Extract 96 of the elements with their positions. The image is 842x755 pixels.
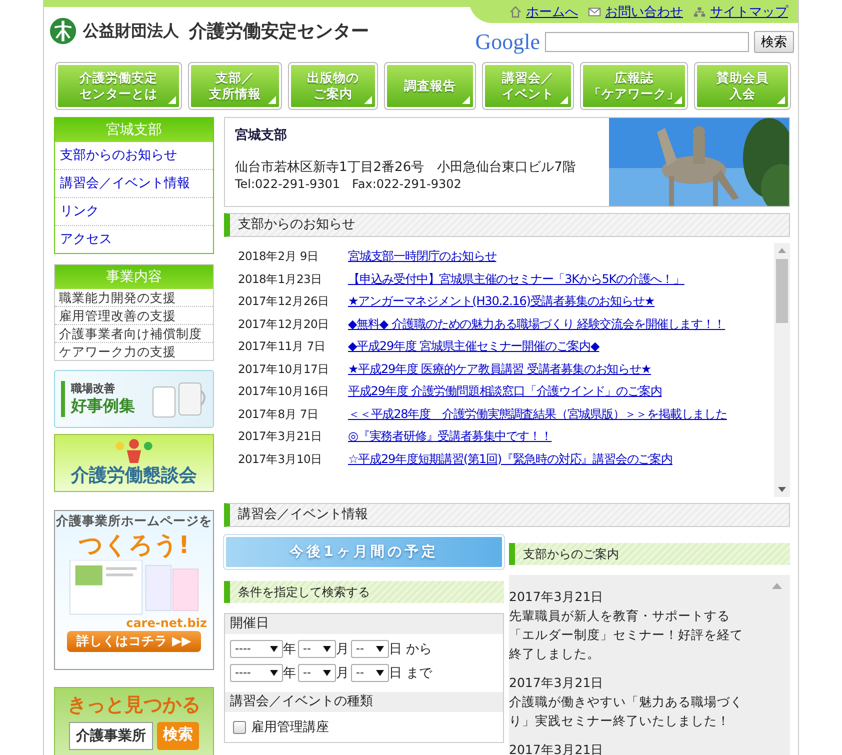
news-link[interactable]: ◎『実務者研修』受講者募集中です！！	[348, 428, 774, 444]
news-link[interactable]: ☆平成29年度短期講習(第1回)『緊急時の対応』講習会のご案内	[348, 450, 774, 466]
news-date: 2018年2月 9日	[238, 248, 320, 264]
banner-title: つくろう!	[78, 530, 190, 560]
unit-label: 年	[283, 641, 296, 658]
corner-triangle-icon	[268, 96, 276, 104]
guide-text: 先輩職員が新人を教育・サポートする「エルダー制度」セミナー！好評を経て終了しました。	[509, 607, 744, 663]
banner[interactable]: 介護事業所ホームページを つくろう! care-net.biz 詳しくはコチラ ▶▶	[54, 510, 214, 670]
org-name: 介護労働安定センター	[189, 20, 369, 43]
org-prefix: 公益財団法人	[83, 20, 179, 42]
caret-icon	[376, 646, 384, 652]
banner[interactable]: 職場改善 好事例集	[54, 370, 214, 428]
banner-lead: 介護事業所ホームページを	[56, 513, 212, 530]
corner-triangle-icon	[777, 96, 785, 104]
sidebar-link[interactable]: 介護事業者向け補償制度	[55, 324, 213, 342]
sidebar-link[interactable]: ケアワーク力の支援	[55, 342, 213, 360]
section-header: 講習会／イベント情報	[224, 503, 790, 527]
corner-triangle-icon	[462, 96, 470, 104]
sidebar-link[interactable]: 支部からのお知らせ	[55, 142, 213, 169]
unit-label: 日 まで	[389, 665, 432, 682]
guide-text: 介護職が働きやすい「魅力ある職場づくり」実践セミナー終了いたしました！	[509, 693, 744, 730]
banner-site: care-net.biz	[126, 616, 208, 630]
checkbox-label: 雇用管理講座	[251, 719, 329, 736]
select-field[interactable]: --	[298, 640, 336, 658]
header-link[interactable]: お問い合わせ	[588, 3, 683, 21]
home-icon	[509, 6, 522, 18]
branch-name: 宮城支部	[235, 126, 288, 144]
news-date: 2017年10月16日	[238, 383, 330, 399]
sidebar-link[interactable]: 雇用管理改善の支援	[55, 306, 213, 324]
news-date: 2017年8月 7日	[238, 406, 320, 422]
search-button[interactable]: 検索	[754, 31, 794, 53]
scroll-up-icon[interactable]	[772, 583, 782, 589]
branch-address: 仙台市若林区新寺1丁目2番26号 小田急仙台東口ビル7階	[235, 159, 576, 176]
news-date: 2017年10月17日	[238, 360, 330, 376]
mail-icon	[588, 6, 601, 18]
unit-label: 月	[336, 665, 349, 682]
header-link[interactable]: ホームへ	[509, 3, 578, 21]
caret-icon	[323, 670, 331, 676]
menu-title: 宮城支部	[55, 118, 213, 142]
news-link[interactable]: ◆平成29年度 宮城県主催セミナー開催のご案内◆	[348, 338, 774, 354]
corner-triangle-icon	[674, 96, 682, 104]
header-link[interactable]: サイトマップ	[693, 3, 788, 21]
form-label: 開催日	[225, 614, 503, 634]
section-header: 支部からのお知らせ	[224, 213, 790, 237]
select-field[interactable]: --	[351, 664, 389, 682]
banner-title: きっと見つかる	[68, 693, 200, 718]
menu-title: 事業内容	[55, 265, 213, 289]
scrollbar[interactable]	[774, 243, 790, 497]
sitemap-icon	[693, 6, 706, 18]
news-link[interactable]: ★アンガーマネジメント(H30.2.16)受講者募集のお知らせ★	[348, 293, 774, 309]
news-date: 2017年12月26日	[238, 293, 330, 309]
news-date: 2018年1月23日	[238, 270, 324, 286]
select-field[interactable]: ----	[230, 640, 283, 658]
banner-title: 介護労働懇談会	[71, 464, 197, 487]
caret-icon	[270, 670, 278, 676]
guide-date: 2017年3月21日	[509, 588, 605, 606]
corner-triangle-icon	[560, 96, 568, 104]
form-label: 講習会／イベントの種類	[225, 692, 503, 712]
checkbox[interactable]	[233, 720, 246, 734]
banner-label: 職場改善	[71, 381, 116, 396]
sidebar-link[interactable]: リンク	[55, 197, 213, 225]
google-logo: Google	[475, 29, 540, 55]
logo-icon	[49, 17, 77, 45]
banner-title: 好事例集	[71, 396, 135, 417]
news-date: 2017年3月10日	[238, 450, 324, 466]
branch-contact: Tel:022-291-9301 Fax:022-291-9302	[235, 176, 462, 193]
sidebar-link[interactable]: 職業能力開発の支援	[55, 289, 213, 306]
unit-label: 年	[283, 665, 296, 682]
unit-label: 日 から	[389, 641, 432, 658]
news-link[interactable]: ◆無料◆ 介護職のための魅力ある職場づくり 経験交流会を開催します！！	[348, 316, 774, 332]
caret-icon	[323, 646, 331, 652]
news-link[interactable]: 【申込み受付中】宮城県主催のセミナー「3Kから5Kの介護へ！」	[348, 270, 774, 286]
news-link[interactable]: 平成29年度 介護労働問題相談窓口「介護ウインド」のご案内	[348, 383, 774, 399]
banner-field[interactable]: 介護事業所	[69, 722, 153, 750]
news-link[interactable]: ＜＜平成28年度 介護労働実態調査結果（宮城県版）＞＞を掲載しました	[348, 406, 774, 422]
corner-triangle-icon	[364, 96, 372, 104]
news-link[interactable]: 宮城支部一時閉庁のお知らせ	[348, 248, 774, 264]
subsection-header: 支部からのご案内	[509, 543, 790, 565]
banner[interactable]: 介護労働懇談会	[54, 434, 214, 492]
unit-label: 月	[336, 641, 349, 658]
news-date: 2017年11月 7日	[238, 338, 327, 354]
caret-icon	[270, 646, 278, 652]
guide-date: 2017年3月21日	[509, 674, 605, 692]
select-field[interactable]: --	[351, 640, 389, 658]
sidebar-link[interactable]: アクセス	[55, 225, 213, 253]
news-date: 2017年12月20日	[238, 316, 330, 332]
select-field[interactable]: ----	[230, 664, 283, 682]
search-field[interactable]	[545, 32, 749, 52]
sidebar-link[interactable]: 講習会／イベント情報	[55, 169, 213, 197]
news-link[interactable]: ★平成29年度 医療的ケア教員講習 受講者募集のお知らせ★	[348, 360, 774, 376]
corner-triangle-icon	[168, 96, 176, 104]
select-field[interactable]: --	[298, 664, 336, 682]
caret-icon	[376, 670, 384, 676]
news-date: 2017年3月21日	[238, 428, 324, 444]
banner[interactable]: きっと見つかる 介護事業所 検索	[54, 687, 214, 755]
subsection-header: 条件を指定して検索する	[224, 581, 504, 603]
